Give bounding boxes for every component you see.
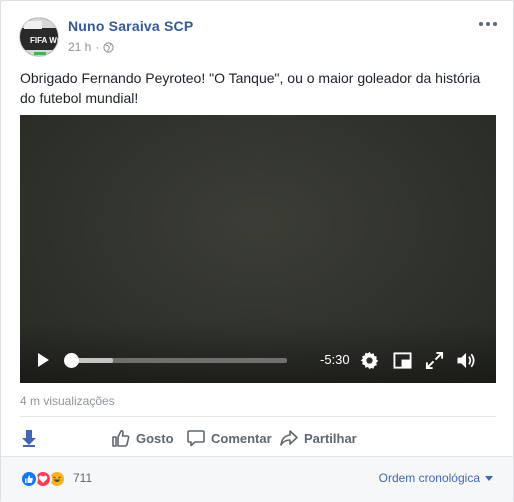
remaining-time: -5:30 [320, 352, 350, 367]
more-options-icon[interactable] [479, 17, 497, 31]
boost-icon[interactable] [21, 429, 37, 447]
share-icon [280, 430, 298, 446]
video-player[interactable]: -5:30 [20, 115, 496, 383]
view-count[interactable]: 4 m visualizações [20, 394, 115, 408]
video-controls: -5:30 [20, 345, 496, 375]
comment-icon [187, 430, 205, 447]
thumbs-up-icon [112, 429, 130, 447]
reaction-icons[interactable] [20, 470, 66, 488]
meta-separator: · [95, 40, 100, 54]
sort-dropdown[interactable]: Ordem cronológica [379, 471, 493, 485]
settings-icon[interactable] [360, 351, 379, 370]
post-timestamp[interactable]: 21 h [68, 40, 91, 54]
like-reaction-icon [20, 470, 38, 488]
avatar-text: FIFA WO [30, 36, 59, 45]
post-author[interactable]: Nuno Saraiva SCP [68, 18, 193, 34]
chevron-down-icon [485, 475, 493, 481]
post-card: FIFA WO Nuno Saraiva SCP 21 h · Obrigado… [0, 0, 514, 502]
reaction-count[interactable]: 711 [73, 471, 92, 485]
post-meta: 21 h · [68, 40, 114, 54]
play-icon[interactable] [35, 352, 51, 368]
comment-button[interactable]: Comentar [186, 427, 272, 449]
volume-icon[interactable] [456, 351, 478, 370]
like-button[interactable]: Gosto [111, 427, 174, 449]
post-text: Obrigado Fernando Peyroteo! "O Tanque", … [20, 70, 481, 106]
fullscreen-icon[interactable] [425, 351, 444, 370]
share-label: Partilhar [304, 430, 357, 446]
comment-label: Comentar [211, 430, 272, 446]
globe-icon[interactable] [103, 41, 114, 53]
progress-track[interactable] [70, 358, 287, 363]
action-bar: Gosto Comentar Partilhar [1, 427, 514, 449]
share-button[interactable]: Partilhar [279, 427, 357, 449]
avatar[interactable]: FIFA WO [19, 17, 59, 57]
picture-in-picture-icon[interactable] [393, 351, 412, 370]
sort-label: Ordem cronológica [378, 471, 480, 485]
reactions-bar: 711 Ordem cronológica [1, 456, 513, 502]
divider [20, 416, 496, 417]
scrub-handle[interactable] [64, 353, 79, 368]
like-label: Gosto [136, 430, 174, 446]
